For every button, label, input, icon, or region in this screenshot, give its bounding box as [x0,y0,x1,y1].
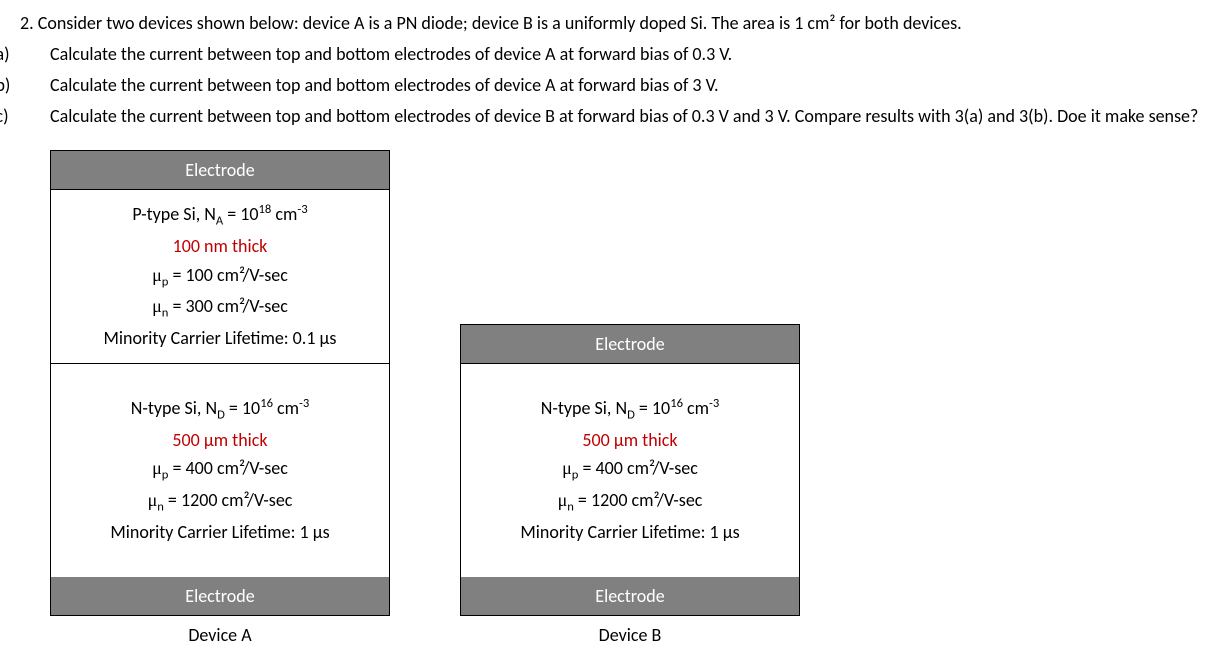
b-n-layer-doping-line: N-type Si, ND = 1016 cm-3 [473,394,787,426]
device-a-top-electrode: Electrode [51,151,389,189]
p-layer-lifetime: Minority Carrier Lifetime: 0.1 μs [63,324,377,353]
device-a-bottom-electrode: Electrode [51,577,389,615]
device-a-label: Device A [188,624,251,646]
p-layer-doping-line: P-type Si, NA = 1018 cm-3 [63,200,377,232]
part-c-text: Calculate the current between top and bo… [50,105,1198,127]
device-b: Electrode N-type Si, ND = 1016 cm-3 500 … [460,324,800,646]
device-b-box: Electrode N-type Si, ND = 1016 cm-3 500 … [460,324,800,616]
part-c-label: (c) [20,103,50,130]
p-layer-mu-p: μp = 100 cm²/V-sec [63,261,377,293]
device-a: Electrode P-type Si, NA = 1018 cm-3 100 … [50,150,390,646]
question-part-c: (c)Calculate the current between top and… [20,103,1206,130]
p-layer-thickness: 100 nm thick [63,232,377,261]
part-a-label: (a) [20,41,50,68]
device-b-n-layer: N-type Si, ND = 1016 cm-3 500 μm thick μ… [461,363,799,577]
question-main: 2. Consider two devices shown below: dev… [20,10,1206,37]
device-b-label: Device B [599,624,662,646]
p-layer-mu-n: μn = 300 cm²/V-sec [63,292,377,324]
b-n-layer-lifetime: Minority Carrier Lifetime: 1 μs [473,518,787,547]
a-n-layer-thickness: 500 μm thick [63,426,377,455]
device-a-n-layer: N-type Si, ND = 1016 cm-3 500 μm thick μ… [51,363,389,577]
question-part-a: (a)Calculate the current between top and… [20,41,1206,68]
a-n-layer-doping-line: N-type Si, ND = 1016 cm-3 [63,394,377,426]
device-a-box: Electrode P-type Si, NA = 1018 cm-3 100 … [50,150,390,616]
device-b-top-electrode: Electrode [461,325,799,363]
question-number: 2. [20,12,34,34]
part-b-text: Calculate the current between top and bo… [50,74,719,96]
part-a-text: Calculate the current between top and bo… [50,43,732,65]
a-n-layer-mu-n: μn = 1200 cm²/V-sec [63,486,377,518]
b-n-layer-mu-p: μp = 400 cm²/V-sec [473,454,787,486]
a-n-layer-mu-p: μp = 400 cm²/V-sec [63,454,377,486]
b-n-layer-mu-n: μn = 1200 cm²/V-sec [473,486,787,518]
device-b-bottom-electrode: Electrode [461,577,799,615]
a-n-layer-lifetime: Minority Carrier Lifetime: 1 μs [63,518,377,547]
part-b-label: (b) [20,72,50,99]
b-n-layer-thickness: 500 μm thick [473,426,787,455]
devices-container: Electrode P-type Si, NA = 1018 cm-3 100 … [50,150,1206,646]
question-main-text: Consider two devices shown below: device… [38,12,962,34]
device-a-p-layer: P-type Si, NA = 1018 cm-3 100 nm thick μ… [51,189,389,363]
question-part-b: (b)Calculate the current between top and… [20,72,1206,99]
